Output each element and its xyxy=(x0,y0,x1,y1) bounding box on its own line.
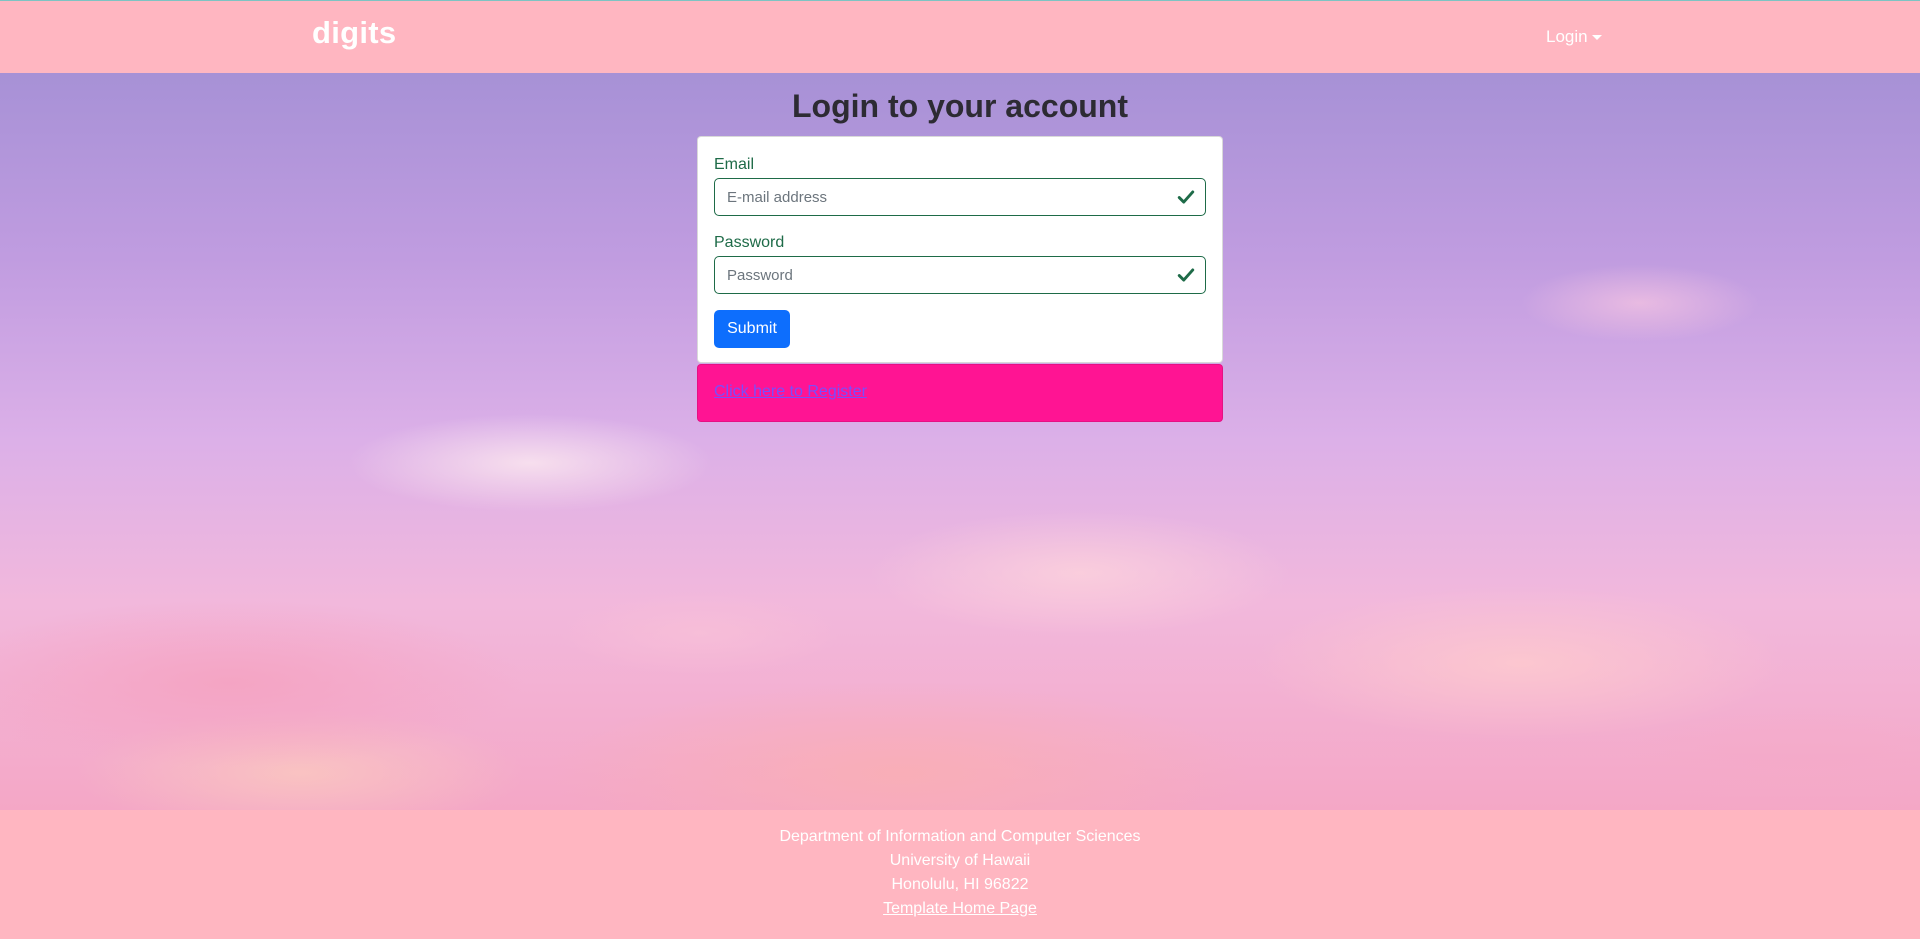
check-icon xyxy=(1177,268,1195,282)
check-icon xyxy=(1177,190,1195,204)
password-label: Password xyxy=(714,234,785,251)
email-label: Email xyxy=(714,156,755,173)
email-field[interactable] xyxy=(715,179,1205,215)
register-link[interactable]: Click here to Register xyxy=(714,383,867,401)
login-form-card: Email Password Submit xyxy=(697,136,1223,363)
template-home-link[interactable]: Template Home Page xyxy=(883,900,1037,917)
caret-down-icon xyxy=(1591,34,1602,40)
footer-address: Honolulu, HI 96822 xyxy=(891,876,1029,893)
login-dropdown-label: Login xyxy=(1546,27,1588,46)
page: digits Login Login to your account Email… xyxy=(0,0,1920,939)
password-field-wrapper xyxy=(714,256,1206,294)
submit-button[interactable]: Submit xyxy=(714,310,790,348)
page-title: Login to your account xyxy=(792,88,1128,124)
footer-link-row: Template Home Page xyxy=(0,900,1920,918)
brand-logo[interactable]: digits xyxy=(312,15,396,51)
footer-university: University of Hawaii xyxy=(889,852,1031,869)
email-field-wrapper xyxy=(714,178,1206,216)
navbar: digits Login xyxy=(0,0,1920,73)
footer: Department of Information and Computer S… xyxy=(0,810,1920,939)
password-field[interactable] xyxy=(715,257,1205,293)
login-dropdown[interactable]: Login xyxy=(1546,27,1602,47)
register-message: Click here to Register xyxy=(697,364,1223,422)
footer-department: Department of Information and Computer S… xyxy=(779,828,1141,845)
